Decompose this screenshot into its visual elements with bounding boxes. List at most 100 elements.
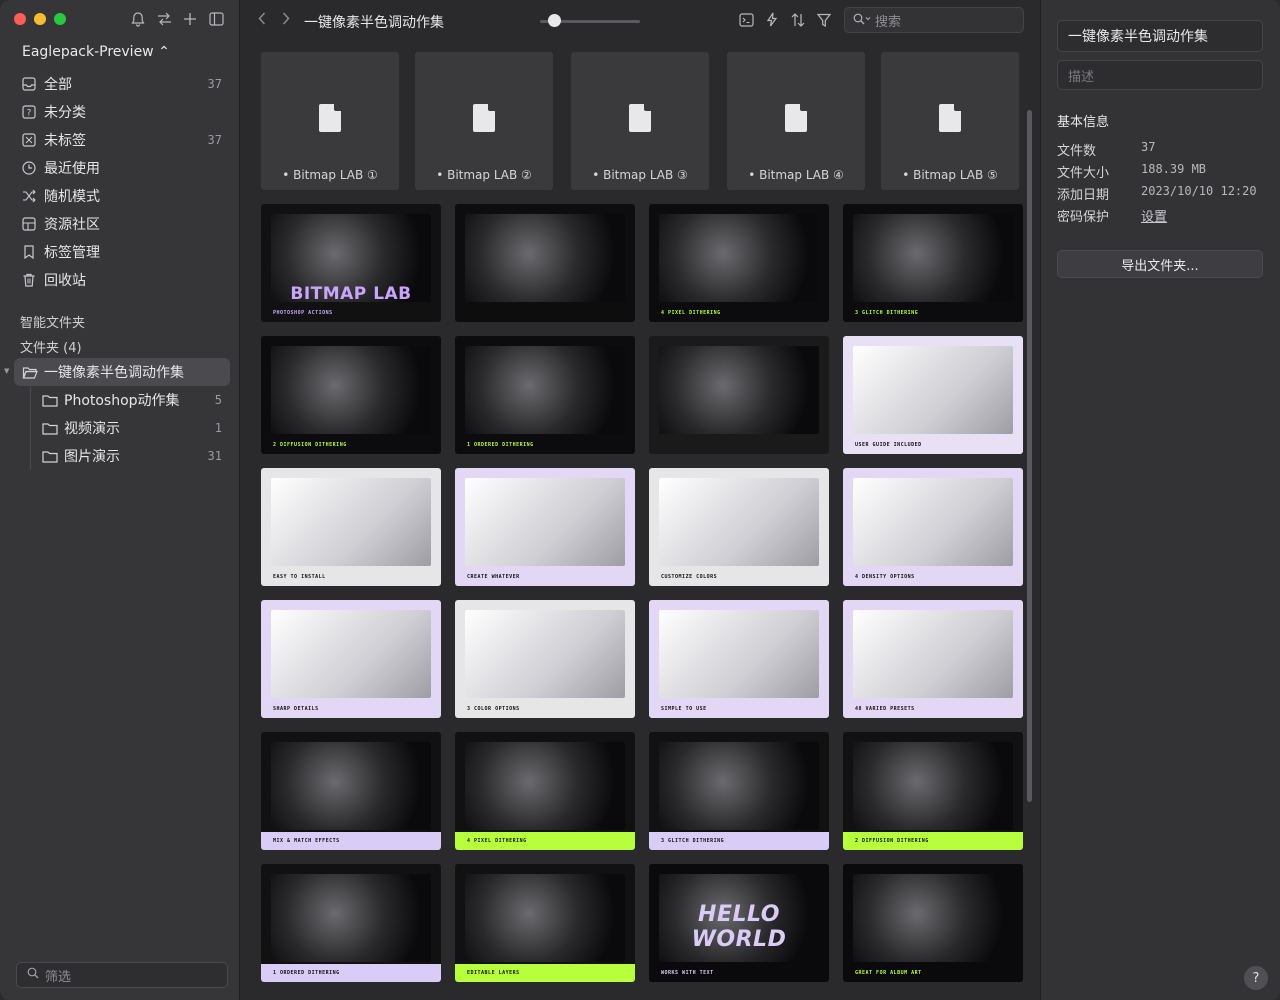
asset-thumbnail[interactable]: 1 ORDERED DITHERING <box>455 336 635 454</box>
folder-item-halftone-actions[interactable]: ▼ 一键像素半色调动作集 <box>4 358 230 386</box>
description-field[interactable]: 描述 <box>1057 60 1263 90</box>
sidebar-item-trash[interactable]: 回收站 <box>0 266 240 294</box>
folder-item-photoshop-actions[interactable]: Photoshop动作集 5 <box>0 386 240 414</box>
asset-thumbnail[interactable]: 48 VARIED PRESETS <box>843 600 1023 718</box>
thumbnail-headline: HELLO WORLD <box>691 902 787 952</box>
file-card[interactable]: • Bitmap LAB ① <box>261 52 399 190</box>
thumbnail-artwork <box>853 478 1013 566</box>
folder-icon <box>42 449 58 463</box>
asset-thumbnail[interactable]: 3 GLITCH DITHERING <box>843 204 1023 322</box>
set-password-link[interactable]: 设置 <box>1141 206 1167 225</box>
page-title: 一键像素半色调动作集 <box>304 15 444 31</box>
lightning-icon[interactable] <box>764 11 780 28</box>
asset-thumbnail[interactable]: 1 ORDERED DITHERING <box>261 864 441 982</box>
asset-thumbnail[interactable] <box>649 336 829 454</box>
file-card[interactable]: • Bitmap LAB ② <box>415 52 553 190</box>
zoom-window-button[interactable] <box>54 13 66 25</box>
folder-name-field[interactable]: 一键像素半色调动作集 <box>1057 20 1263 52</box>
asset-thumbnail[interactable]: EDITABLE LAYERS <box>455 864 635 982</box>
sidebar-toggle-icon[interactable] <box>208 11 224 27</box>
asset-thumbnail[interactable]: 3 GLITCH DITHERING <box>649 732 829 850</box>
folders-header[interactable]: 文件夹 (4) <box>20 337 82 356</box>
info-key: 文件大小 <box>1057 166 1110 181</box>
asset-thumbnail[interactable]: 3 COLOR OPTIONS <box>455 600 635 718</box>
thumbnail-artwork <box>853 874 1013 962</box>
sort-icon[interactable] <box>790 11 806 28</box>
asset-thumbnail[interactable]: MIX & MATCH EFFECTS <box>261 732 441 850</box>
folder-open-icon <box>22 365 38 379</box>
sidebar-item-all[interactable]: 全部 37 <box>0 70 240 98</box>
search-input[interactable]: 搜索 <box>844 7 1024 33</box>
inbox-icon <box>22 77 36 91</box>
bell-icon[interactable] <box>130 11 146 27</box>
asset-thumbnail[interactable]: SHARP DETAILS <box>261 600 441 718</box>
sidebar-item-recent[interactable]: 最近使用 <box>0 154 240 182</box>
back-arrow-icon[interactable] <box>258 12 266 29</box>
asset-thumbnail[interactable]: 4 DENSITY OPTIONS <box>843 468 1023 586</box>
sidebar-item-label: 回收站 <box>44 273 86 289</box>
smart-folders-header[interactable]: 智能文件夹 <box>20 312 85 331</box>
forward-arrow-icon[interactable] <box>282 12 290 29</box>
folder-item-image-demo[interactable]: 图片演示 31 <box>0 442 240 470</box>
search-placeholder: 搜索 <box>875 14 902 30</box>
sync-arrows-icon[interactable] <box>156 11 172 27</box>
sidebar-item-label: 未标签 <box>44 133 86 149</box>
info-row-date-added: 添加日期 2023/10/10 12:20 <box>1057 184 1267 203</box>
asset-thumbnail[interactable]: CREATE WHATEVER <box>455 468 635 586</box>
folder-label: Photoshop动作集 <box>64 393 180 409</box>
chevron-down-icon[interactable]: ▼ <box>4 367 9 375</box>
file-name: • Bitmap LAB ⑤ <box>902 168 998 182</box>
folder-icon <box>42 393 58 407</box>
library-switcher[interactable]: Eaglepack-Preview ⌃ <box>22 44 170 60</box>
filter-input[interactable]: 筛选 <box>16 962 228 988</box>
minimize-window-button[interactable] <box>34 13 46 25</box>
close-window-button[interactable] <box>14 13 26 25</box>
terminal-icon[interactable] <box>738 11 754 28</box>
asset-thumbnail[interactable]: BITMAP LAB PHOTOSHOP ACTIONS <box>261 204 441 322</box>
folder-item-video-demo[interactable]: 视频演示 1 <box>0 414 240 442</box>
export-folder-button[interactable]: 导出文件夹... <box>1057 250 1263 278</box>
file-card[interactable]: • Bitmap LAB ⑤ <box>881 52 1019 190</box>
item-count: 37 <box>207 133 222 147</box>
asset-thumbnail[interactable]: GREAT FOR ALBUM ART <box>843 864 1023 982</box>
filter-funnel-icon[interactable] <box>816 11 832 28</box>
asset-thumbnail[interactable]: 4 PIXEL DITHERING <box>455 732 635 850</box>
thumbnail-artwork <box>853 742 1013 830</box>
thumbnail-artwork <box>465 874 625 962</box>
folder-label: 图片演示 <box>64 449 120 465</box>
info-value: 188.39 MB <box>1141 162 1207 176</box>
thumbnail-caption: 4 PIXEL DITHERING <box>467 838 527 844</box>
sidebar-item-tag-manager[interactable]: 标签管理 <box>0 238 240 266</box>
thumbnail-artwork <box>465 346 625 434</box>
asset-thumbnail[interactable]: EASY TO INSTALL <box>261 468 441 586</box>
plus-icon[interactable] <box>182 11 198 27</box>
asset-thumbnail[interactable]: 2 DIFFUSION DITHERING <box>261 336 441 454</box>
thumbnail-caption: USER GUIDE INCLUDED <box>855 442 922 448</box>
sidebar-item-uncategorized[interactable]: ? 未分类 <box>0 98 240 126</box>
thumbnail-caption: SHARP DETAILS <box>273 706 319 712</box>
info-value: 37 <box>1141 140 1156 154</box>
asset-thumbnail[interactable]: CUSTOMIZE COLORS <box>649 468 829 586</box>
asset-thumbnail[interactable]: HELLO WORLD WORKS WITH TEXT <box>649 864 829 982</box>
help-button[interactable]: ? <box>1244 966 1268 990</box>
asset-thumbnail[interactable]: 4 PIXEL DITHERING <box>649 204 829 322</box>
asset-thumbnail[interactable]: SIMPLE TO USE <box>649 600 829 718</box>
thumbnail-artwork <box>271 874 431 962</box>
thumbnail-artwork <box>465 610 625 698</box>
folder-icon <box>42 421 58 435</box>
file-card[interactable]: • Bitmap LAB ④ <box>727 52 865 190</box>
thumbnail-artwork <box>271 742 431 830</box>
file-card[interactable]: • Bitmap LAB ③ <box>571 52 709 190</box>
asset-thumbnail[interactable]: USER GUIDE INCLUDED <box>843 336 1023 454</box>
sidebar-item-random[interactable]: 随机模式 <box>0 182 240 210</box>
scrollbar[interactable] <box>1027 110 1032 802</box>
zoom-slider-handle[interactable] <box>548 14 561 27</box>
sidebar-item-label: 资源社区 <box>44 217 100 233</box>
thumbnail-artwork <box>465 742 625 830</box>
sidebar-item-community[interactable]: 资源社区 <box>0 210 240 238</box>
asset-thumbnail[interactable]: 2 DIFFUSION DITHERING <box>843 732 1023 850</box>
folder-label: 视频演示 <box>64 421 120 437</box>
thumbnail-artwork <box>659 214 819 302</box>
asset-thumbnail[interactable] <box>455 204 635 322</box>
sidebar-item-untagged[interactable]: 未标签 37 <box>0 126 240 154</box>
